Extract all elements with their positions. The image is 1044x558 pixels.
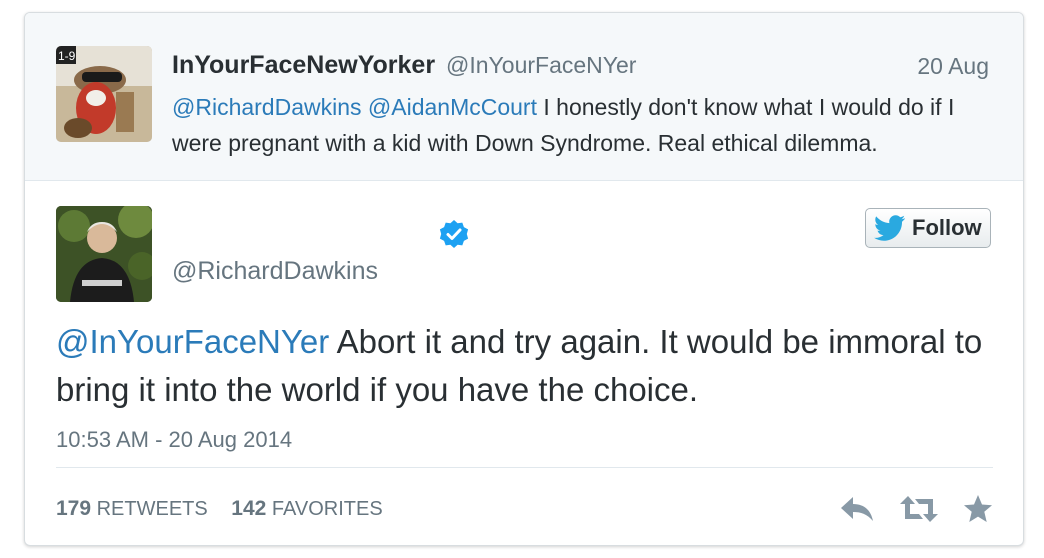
mention-link-inyourfacenyer[interactable]: @InYourFaceNYer <box>56 323 329 360</box>
favorites-count[interactable]: 142 <box>231 497 266 520</box>
follow-button[interactable]: Follow <box>865 208 991 248</box>
reply-icon[interactable] <box>839 495 875 523</box>
main-avatar[interactable] <box>56 206 152 302</box>
parent-tweet[interactable]: 1-9 InYourFaceNewYorker @InYourFaceNYer … <box>25 13 1023 181</box>
tweet-timestamp-link[interactable]: 10:53 AM - 20 Aug 2014 <box>56 427 292 453</box>
star-icon[interactable] <box>963 494 993 524</box>
tweet-stats: 179 RETWEETS 142 FAVORITES <box>56 497 383 521</box>
retweets-count[interactable]: 179 <box>56 497 91 520</box>
twitter-bird-icon <box>874 215 906 241</box>
parent-date-link[interactable]: 20 Aug <box>917 53 989 80</box>
svg-text:1-9: 1-9 <box>58 49 76 63</box>
divider <box>56 467 993 468</box>
embedded-tweet-card: 1-9 InYourFaceNewYorker @InYourFaceNYer … <box>24 12 1024 546</box>
parent-avatar[interactable]: 1-9 <box>56 46 152 142</box>
parent-author-handle[interactable]: @InYourFaceNYer <box>446 52 636 78</box>
main-author-handle[interactable]: @RichardDawkins <box>172 257 378 286</box>
mention-link-richarddawkins[interactable]: @RichardDawkins <box>172 94 362 120</box>
follow-button-label: Follow <box>912 215 982 240</box>
parent-tweet-text: @RichardDawkins @AidanMcCourt I honestly… <box>172 89 992 161</box>
mention-link-aidanmccourt[interactable]: @AidanMcCourt <box>368 94 537 120</box>
tweet-actions <box>839 491 993 527</box>
retweets-label[interactable]: RETWEETS <box>97 498 208 520</box>
favorites-label[interactable]: FAVORITES <box>272 498 383 520</box>
verified-badge-icon <box>439 220 469 248</box>
retweet-icon[interactable] <box>899 495 939 523</box>
main-tweet-text: @InYourFaceNYer Abort it and try again. … <box>56 318 996 414</box>
parent-author[interactable]: InYourFaceNewYorker @InYourFaceNYer <box>172 51 636 80</box>
parent-author-name[interactable]: InYourFaceNewYorker <box>172 51 435 79</box>
